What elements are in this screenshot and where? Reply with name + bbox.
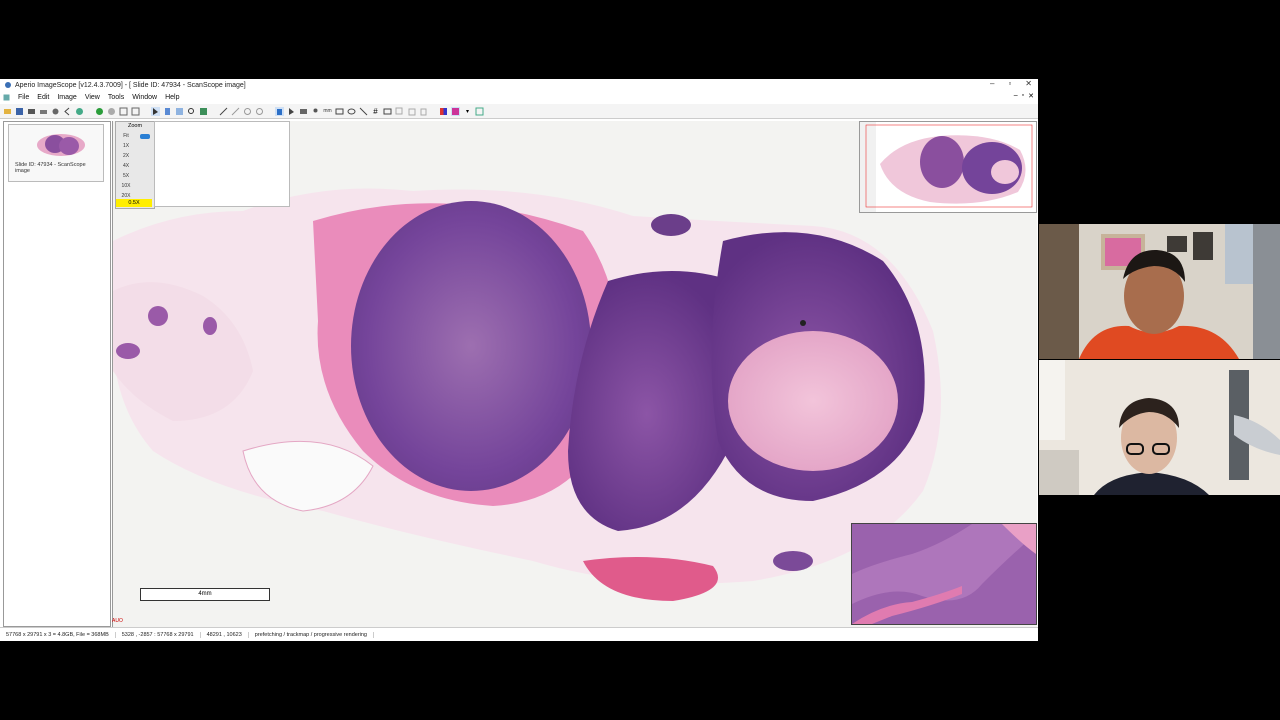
- arrow-icon[interactable]: [359, 107, 368, 116]
- participant-2-feed: [1039, 360, 1280, 495]
- menu-tools[interactable]: Tools: [108, 94, 124, 101]
- zoom-panel: Zoom Fit 1X 2X 4X 5X 10X 20X 0.5X: [115, 121, 155, 209]
- mdi-minimize-icon[interactable]: –: [1014, 92, 1018, 100]
- filter-icon[interactable]: [451, 106, 460, 116]
- toolbar: mm # ▾: [0, 104, 1038, 119]
- edit-icon[interactable]: [231, 107, 240, 116]
- menu-file[interactable]: File: [18, 94, 29, 101]
- document-icon[interactable]: [3, 94, 10, 101]
- status-dimensions: 57768 x 29791 x 3 = 4.8GB, File = 368MB: [0, 632, 116, 638]
- window-controls: – ▫ ✕: [990, 79, 1032, 88]
- status-bar: 57768 x 29791 x 3 = 4.8GB, File = 368MB …: [0, 627, 1038, 641]
- slide-viewer[interactable]: Zoom Fit 1X 2X 4X 5X 10X 20X 0.5X 4mm: [112, 121, 1037, 627]
- pan-icon[interactable]: [163, 107, 172, 116]
- dropdown-icon[interactable]: ▾: [463, 107, 472, 116]
- thumbnail-overview[interactable]: [859, 121, 1037, 213]
- mdi-restore-icon[interactable]: ▫: [1022, 92, 1024, 100]
- menu-image[interactable]: Image: [57, 94, 76, 101]
- layers-icon[interactable]: [383, 107, 392, 116]
- camera-icon[interactable]: [27, 107, 36, 116]
- settings-icon[interactable]: [51, 107, 60, 116]
- magnifier-image: [852, 524, 1036, 624]
- magnify-icon[interactable]: [187, 107, 196, 116]
- copy-icon[interactable]: [395, 107, 404, 116]
- region-icon[interactable]: [175, 107, 184, 116]
- aperio-logo: AUO: [112, 618, 123, 624]
- hand-icon[interactable]: [275, 106, 284, 116]
- paste-icon[interactable]: [407, 107, 416, 116]
- rotate-icon[interactable]: [243, 107, 252, 116]
- slide-thumbnail-image: [37, 134, 85, 156]
- menu-help[interactable]: Help: [165, 94, 179, 101]
- zoom-level-fit[interactable]: Fit: [118, 132, 134, 140]
- pointer-icon[interactable]: [287, 107, 296, 116]
- maximize-icon[interactable]: ▫: [1008, 79, 1011, 88]
- status-view: 5328 , -2857 : 57768 x 29791: [116, 632, 201, 638]
- stop-icon[interactable]: [107, 107, 116, 116]
- scale-bar: 4mm: [140, 588, 270, 601]
- overview-image: [860, 122, 1033, 212]
- grid-icon[interactable]: #: [371, 107, 380, 116]
- rectangle-icon[interactable]: [335, 107, 344, 116]
- slide-thumbnail-caption: Slide ID: 47934 - ScanScope image: [15, 162, 86, 174]
- zoom-level-5x[interactable]: 5X: [118, 172, 134, 180]
- pen-icon[interactable]: [219, 107, 228, 116]
- color-icon[interactable]: [439, 107, 448, 116]
- zoom-out-icon[interactable]: [131, 107, 140, 116]
- minimize-icon[interactable]: –: [990, 79, 994, 88]
- zoom-title: Zoom: [127, 123, 143, 129]
- zoom-level-4x[interactable]: 4X: [118, 162, 134, 170]
- zoom-current-level: 0.5X: [116, 199, 152, 207]
- ellipse-icon[interactable]: [347, 107, 356, 116]
- menu-bar: File Edit Image View Tools Window Help: [0, 92, 1038, 103]
- menu-window[interactable]: Window: [132, 94, 157, 101]
- zoom-slider-thumb[interactable]: [140, 134, 150, 139]
- info-icon[interactable]: [75, 107, 84, 116]
- pin-icon[interactable]: [311, 107, 320, 116]
- back-icon[interactable]: [63, 107, 72, 116]
- help-icon[interactable]: [475, 107, 484, 116]
- snapshot-icon[interactable]: [299, 107, 308, 116]
- mdi-close-icon[interactable]: ✕: [1028, 92, 1034, 100]
- select-icon[interactable]: [151, 106, 160, 116]
- play-icon[interactable]: [95, 107, 104, 116]
- save-icon[interactable]: [15, 107, 24, 116]
- participant-video-1: [1039, 224, 1280, 359]
- slide-thumbnail-card[interactable]: Slide ID: 47934 - ScanScope image: [8, 124, 104, 182]
- menu-edit[interactable]: Edit: [37, 94, 49, 101]
- zoom-level-10x[interactable]: 10X: [118, 182, 134, 190]
- zoom-level-1x[interactable]: 1X: [118, 142, 134, 150]
- mirror-icon[interactable]: [255, 107, 264, 116]
- zoom-level-2x[interactable]: 2X: [118, 152, 134, 160]
- ruler-icon[interactable]: mm: [323, 107, 332, 116]
- slide-list-panel: Slide ID: 47934 - ScanScope image: [3, 121, 111, 627]
- title-bar: Aperio ImageScope [v12.4.3.7009] - [ Sli…: [0, 79, 1038, 91]
- status-coords: 48291 , 10623: [201, 632, 249, 638]
- zoom-in-icon[interactable]: [119, 107, 128, 116]
- annotation-info-box: [154, 121, 290, 207]
- participant-1-feed: [1039, 224, 1280, 359]
- delete-icon[interactable]: [419, 107, 428, 116]
- imagescope-window: Aperio ImageScope [v12.4.3.7009] - [ Sli…: [0, 79, 1038, 641]
- map-icon[interactable]: [199, 107, 208, 116]
- status-message: prefetching / trackmap / progressive ren…: [249, 632, 374, 638]
- print-icon[interactable]: [39, 107, 48, 116]
- magnifier-view[interactable]: [851, 523, 1037, 625]
- app-icon: [5, 82, 11, 88]
- close-icon[interactable]: ✕: [1025, 79, 1032, 88]
- open-icon[interactable]: [3, 107, 12, 116]
- window-title: Aperio ImageScope [v12.4.3.7009] - [ Sli…: [15, 81, 246, 89]
- mdi-controls: – ▫ ✕: [1014, 92, 1034, 100]
- menu-view[interactable]: View: [85, 94, 100, 101]
- participant-video-2: [1039, 360, 1280, 495]
